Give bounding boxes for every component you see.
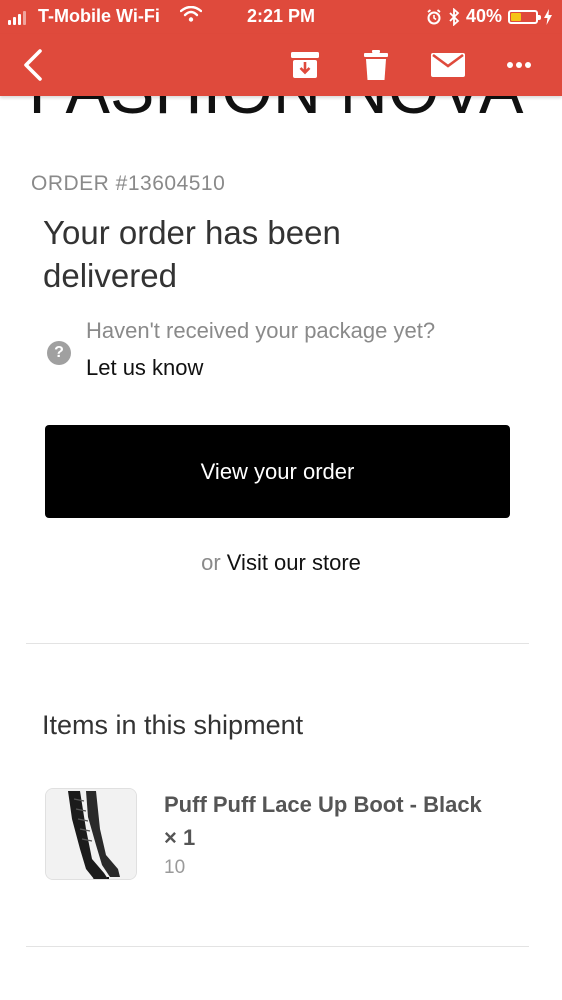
brand-logo: FASHION NOVA	[0, 96, 562, 120]
boot-image	[46, 789, 136, 879]
visit-store-link[interactable]: Visit our store	[227, 550, 361, 575]
let-us-know-link[interactable]: Let us know	[86, 355, 203, 381]
help-question: Haven't received your package yet?	[86, 318, 436, 343]
more-icon	[507, 62, 531, 68]
battery-icon	[508, 9, 541, 24]
store-line: or Visit our store	[0, 550, 562, 576]
mail-icon	[431, 53, 465, 77]
view-order-button[interactable]: View your order	[45, 425, 510, 518]
status-bar: T-Mobile Wi-Fi 2:21 PM 40%	[0, 0, 562, 34]
delete-button[interactable]	[353, 42, 399, 88]
archive-icon	[291, 52, 319, 78]
item-variant: 10	[164, 857, 186, 878]
brand-logo-text: FASHION NOVA	[29, 96, 524, 120]
more-button[interactable]	[496, 42, 542, 88]
delivery-headline: Your order has been delivered	[43, 214, 341, 294]
back-button[interactable]	[10, 42, 56, 88]
item-name[interactable]: Puff Puff Lace Up Boot - Black × 1	[164, 788, 484, 854]
shipment-section-title: Items in this shipment	[42, 710, 304, 740]
charging-icon	[544, 8, 552, 25]
back-icon	[24, 49, 42, 81]
order-number: ORDER #13604510	[31, 172, 226, 195]
archive-button[interactable]	[282, 42, 328, 88]
or-text: or	[201, 550, 221, 575]
battery-percent: 40%	[465, 6, 502, 26]
email-toolbar	[0, 34, 562, 96]
question-icon: ?	[47, 341, 71, 365]
product-thumbnail[interactable]	[45, 788, 137, 880]
mark-unread-button[interactable]	[425, 42, 471, 88]
trash-icon	[364, 50, 388, 80]
divider	[26, 946, 529, 947]
bluetooth-icon	[449, 7, 460, 26]
alarm-icon	[427, 8, 441, 24]
svg-text:FASHION NOVA: FASHION NOVA	[29, 96, 524, 120]
divider	[26, 643, 529, 644]
